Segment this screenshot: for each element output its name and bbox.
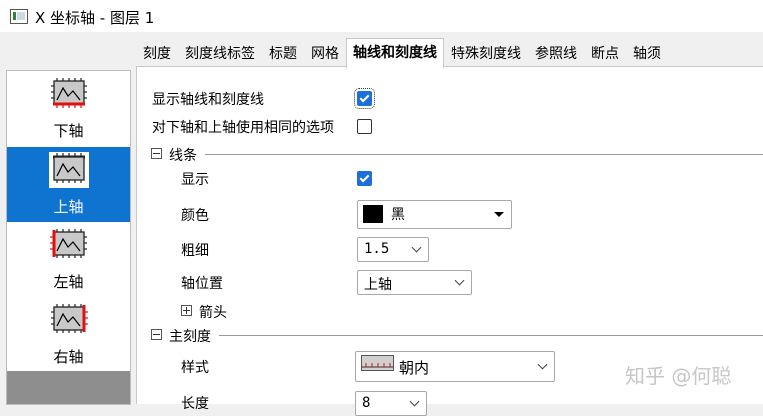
sidebar-item-label: 上轴: [53, 198, 84, 216]
tab-scale[interactable]: 刻度: [136, 40, 178, 68]
line-color-dropdown[interactable]: 黑: [357, 200, 512, 229]
tab-rug[interactable]: 轴须: [626, 40, 668, 68]
line-show-checkbox[interactable]: [357, 171, 372, 186]
axis-list: 下轴 上轴 左轴 右轴: [6, 70, 131, 405]
collapse-icon: [151, 329, 162, 340]
expand-icon: [181, 305, 192, 316]
tab-grids[interactable]: 网格: [304, 40, 346, 68]
section-title: 主刻度: [169, 329, 211, 345]
section-title: 线条: [169, 148, 197, 164]
sidebar-empty-area: [7, 371, 130, 404]
sidebar-item-top-axis[interactable]: 上轴: [7, 147, 130, 222]
axis-position-value: 上轴: [364, 277, 392, 293]
tab-breaks[interactable]: 断点: [584, 40, 626, 68]
show-axis-ticks-checkbox[interactable]: [354, 88, 375, 109]
tick-length-select[interactable]: 8: [355, 391, 427, 416]
chevron-down-icon: [537, 359, 548, 370]
sidebar-item-bottom-axis[interactable]: 下轴: [7, 71, 130, 146]
sidebar-item-label: 右轴: [53, 348, 84, 366]
tab-special-ticks[interactable]: 特殊刻度线: [444, 40, 528, 68]
tab-tick-labels[interactable]: 刻度线标签: [178, 40, 262, 68]
left-axis-icon: [50, 229, 87, 258]
tick-length-label: 长度: [181, 396, 209, 412]
line-color-value: 黑: [391, 207, 405, 223]
right-axis-icon: [51, 304, 88, 333]
chevron-down-icon: [454, 275, 465, 286]
bottom-axis-icon: [51, 78, 87, 108]
sidebar-item-right-axis[interactable]: 右轴: [7, 297, 130, 372]
tick-style-select[interactable]: 朝内: [355, 351, 555, 382]
tick-style-value: 朝内: [399, 359, 430, 377]
top-axis-icon: [49, 152, 89, 188]
thickness-select[interactable]: 1.5: [357, 237, 429, 262]
tick-length-value: 8: [362, 395, 371, 411]
chevron-down-icon: [411, 242, 422, 253]
window-app-icon: [10, 9, 28, 24]
section-divider: [219, 335, 763, 336]
watermark: 知乎 @何聪: [625, 364, 732, 388]
options-panel: 显示轴线和刻度线 对下轴和上轴使用相同的选项 线条 显示 颜色 黑 粗细 1.5…: [136, 66, 763, 416]
tab-bar: 刻度 刻度线标签 标题 网格 轴线和刻度线 特殊刻度线 参照线 断点 轴须: [136, 38, 668, 69]
thickness-value: 1.5: [364, 241, 390, 257]
tick-in-style-icon: [361, 355, 394, 371]
line-show-label: 显示: [181, 172, 209, 188]
sidebar-item-label: 左轴: [53, 273, 84, 291]
color-swatch: [363, 205, 383, 223]
axis-position-select[interactable]: 上轴: [357, 270, 472, 295]
section-divider: [205, 154, 763, 155]
show-axis-ticks-label: 显示轴线和刻度线: [152, 92, 264, 108]
axis-position-label: 轴位置: [181, 276, 223, 292]
tick-style-label: 样式: [181, 360, 209, 376]
sidebar-item-label: 下轴: [53, 122, 84, 140]
collapse-icon: [151, 148, 162, 159]
tab-reference-lines[interactable]: 参照线: [528, 40, 584, 68]
arrow-label: 箭头: [199, 305, 227, 321]
sidebar-item-left-axis[interactable]: 左轴: [7, 222, 130, 297]
same-options-label: 对下轴和上轴使用相同的选项: [152, 120, 334, 136]
tab-line-and-ticks[interactable]: 轴线和刻度线: [346, 38, 444, 69]
chevron-down-icon: [409, 396, 420, 407]
tab-title[interactable]: 标题: [262, 40, 304, 68]
same-options-checkbox[interactable]: [357, 119, 372, 134]
dropdown-arrow-icon: [494, 212, 504, 217]
title-bar: X 坐标轴 - 图层 1: [0, 0, 763, 32]
window-title: X 坐标轴 - 图层 1: [35, 9, 155, 27]
thickness-label: 粗细: [181, 243, 209, 259]
line-color-label: 颜色: [181, 208, 209, 224]
